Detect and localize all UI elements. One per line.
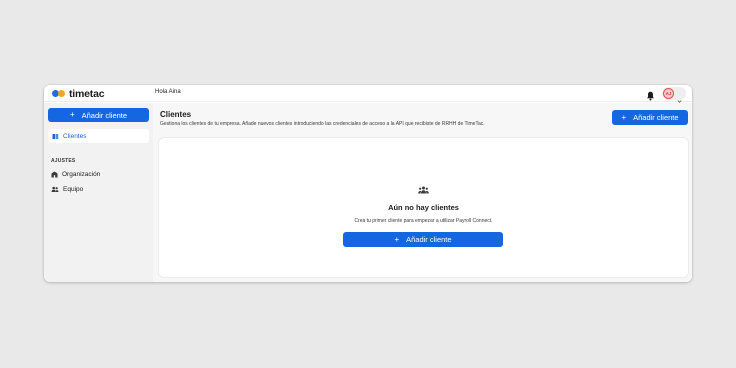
sidebar-item-equipo[interactable]: Equipo: [51, 184, 83, 194]
sidebar-item-organizacion[interactable]: Organización: [51, 169, 100, 179]
main-content: Clientes Gestiona los clientes de tu emp…: [153, 103, 692, 282]
plus-icon: +: [394, 234, 400, 244]
sidebar-item-label: Clientes: [63, 132, 87, 140]
people-icon: [418, 181, 429, 194]
sidebar-add-client-button[interactable]: + Añadir cliente: [48, 108, 149, 122]
plus-icon: +: [621, 112, 627, 122]
sidebar-add-client-label: Añadir cliente: [81, 110, 128, 120]
logo[interactable]: timetac: [52, 87, 105, 100]
sidebar-section-title: AJUSTES: [51, 158, 76, 164]
sidebar-item-label: Equipo: [63, 185, 84, 193]
empty-state-card: Aún no hay clientes Crea tu primer clien…: [159, 138, 688, 277]
avatar: AJ: [663, 88, 674, 99]
user-menu[interactable]: AJ: [662, 87, 686, 103]
logo-mark: [52, 89, 66, 98]
add-client-button[interactable]: + Añadir cliente: [612, 110, 688, 125]
plus-icon: +: [69, 110, 75, 119]
logo-text: timetac: [69, 87, 105, 100]
empty-state-add-client-button[interactable]: + Añadir cliente: [343, 232, 503, 247]
greeting-text: Hola Aina: [155, 89, 181, 95]
sidebar-item-clientes[interactable]: Clientes: [48, 129, 149, 143]
add-client-label: Añadir cliente: [633, 113, 679, 122]
top-bar: timetac Hola Aina AJ: [44, 85, 692, 103]
sidebar: + Añadir cliente Clientes AJUSTES Organi…: [44, 103, 153, 282]
bell-icon[interactable]: [646, 88, 655, 101]
sidebar-item-label: Organización: [62, 170, 101, 178]
book-icon: [52, 127, 59, 145]
page-description: Gestiona los clientes de tu empresa. Aña…: [160, 121, 485, 127]
empty-state-add-client-label: Añadir cliente: [406, 235, 452, 244]
team-icon: [51, 180, 59, 198]
page-title: Clientes: [160, 110, 192, 119]
empty-state-description: Crea tu primer cliente para empezar a ut…: [354, 218, 493, 224]
chevron-down-icon: [677, 91, 682, 103]
app-window: timetac Hola Aina AJ + Añadir cliente Cl…: [44, 85, 692, 282]
empty-state-title: Aún no hay clientes: [388, 203, 459, 212]
